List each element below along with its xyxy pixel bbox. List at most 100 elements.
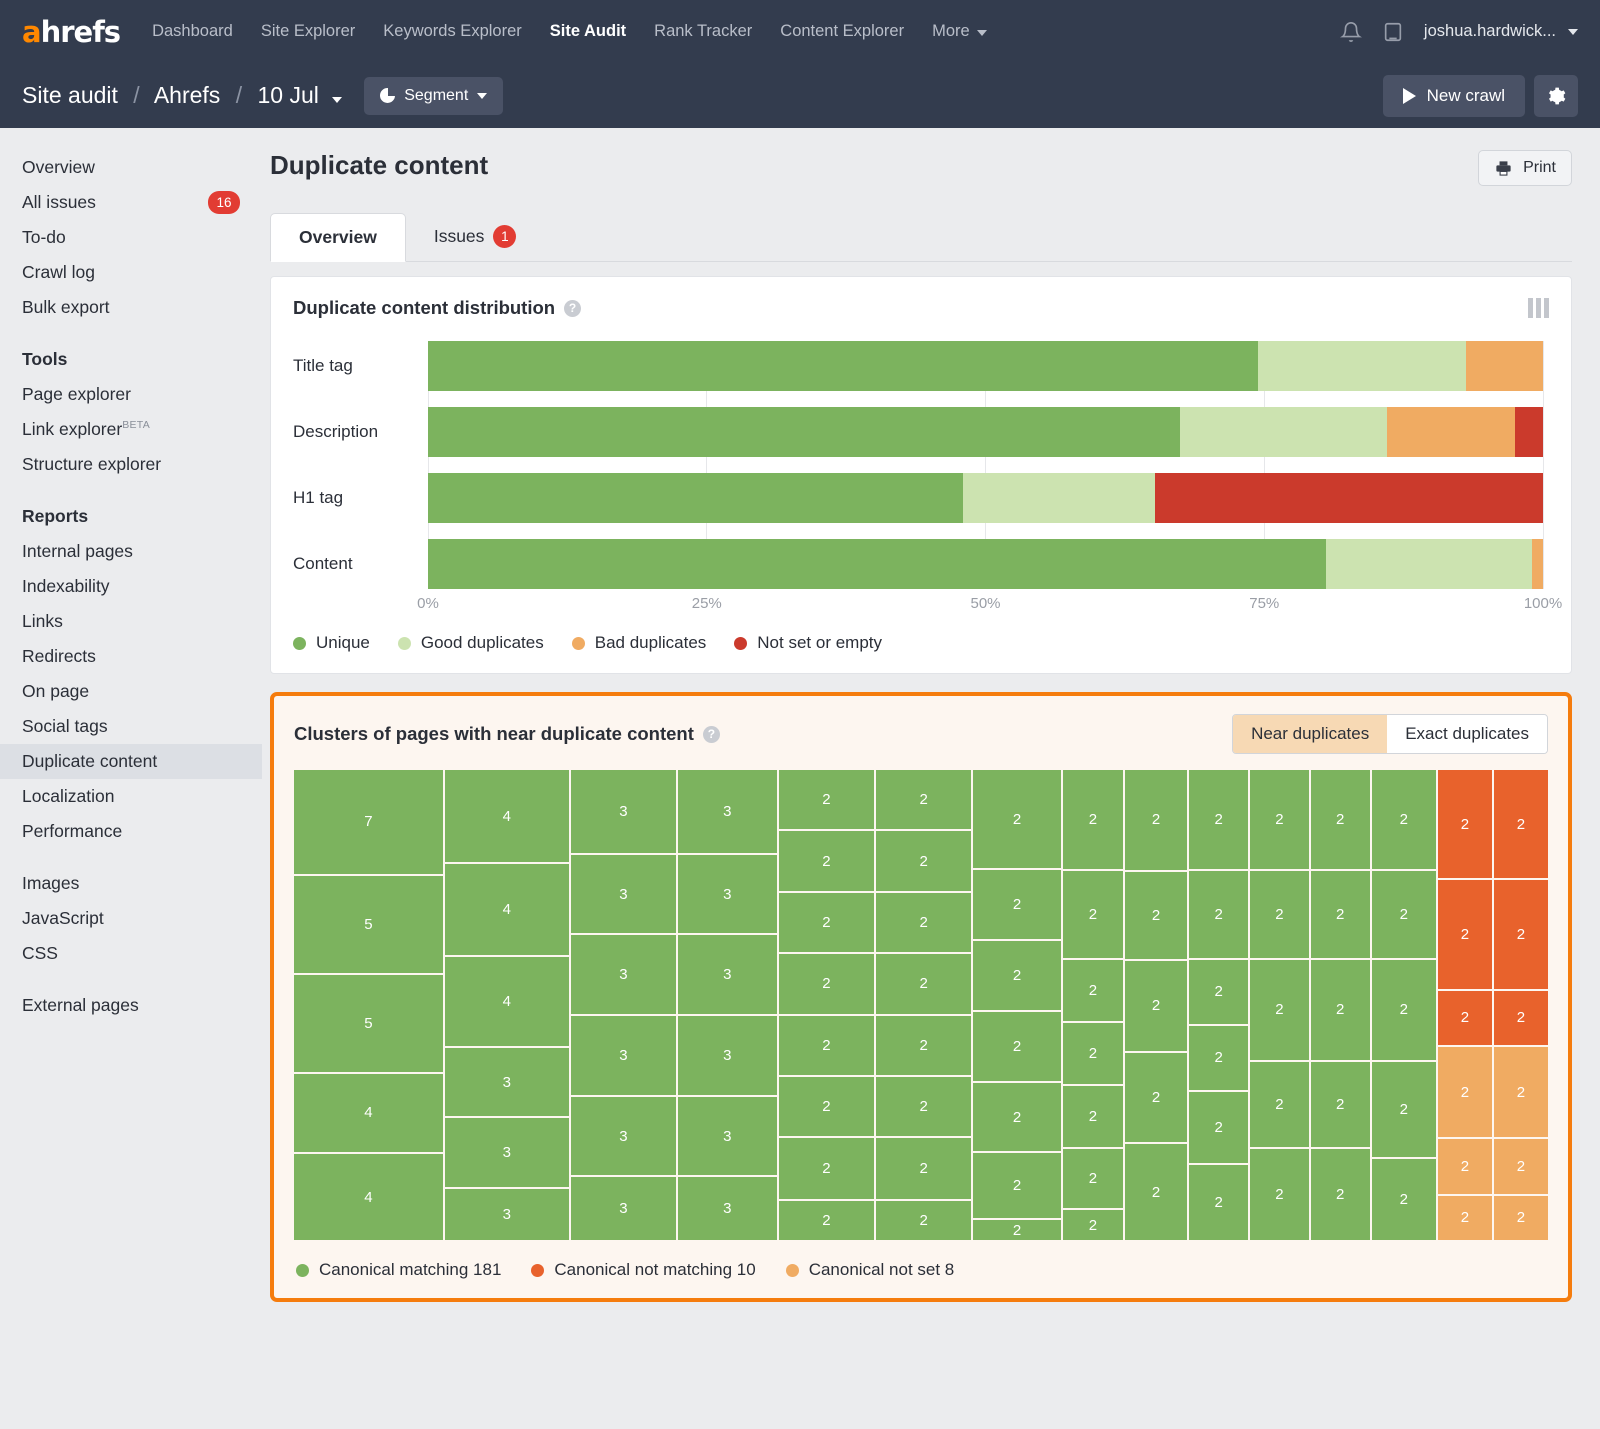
treemap-cell[interactable]: 2: [1189, 959, 1249, 1024]
sidebar-item-page-explorer[interactable]: Page explorer: [0, 377, 262, 412]
question-icon[interactable]: ?: [564, 299, 582, 317]
treemap-cell[interactable]: 2: [1310, 871, 1370, 959]
breadcrumb-date[interactable]: 10 Jul: [257, 82, 318, 108]
treemap-cell[interactable]: 4: [444, 956, 569, 1047]
treemap-cell[interactable]: 3: [570, 1177, 677, 1241]
breadcrumb-root[interactable]: Site audit: [22, 82, 118, 108]
sidebar-item-images[interactable]: Images: [0, 866, 262, 901]
treemap-cell[interactable]: 2: [1063, 870, 1123, 958]
treemap-cell[interactable]: 2: [1437, 1046, 1492, 1138]
treemap-cell[interactable]: 2: [1250, 871, 1309, 959]
treemap-cell[interactable]: 2: [876, 1200, 971, 1240]
treemap-cell[interactable]: 2: [1493, 1139, 1548, 1194]
treemap-cell[interactable]: 4: [444, 864, 569, 955]
treemap-cell[interactable]: 2: [778, 1200, 875, 1240]
nav-link-content-explorer[interactable]: Content Explorer: [780, 22, 904, 41]
treemap-cell[interactable]: 2: [1124, 1052, 1188, 1143]
treemap-cell[interactable]: 2: [1493, 880, 1548, 989]
treemap-cell[interactable]: 2: [973, 1220, 1062, 1240]
legend-item[interactable]: Not set or empty: [734, 633, 882, 653]
treemap-cell[interactable]: 2: [876, 831, 971, 891]
treemap-cell[interactable]: 3: [678, 1177, 777, 1241]
treemap-cell[interactable]: 2: [1371, 1158, 1436, 1240]
treemap-legend-item[interactable]: Canonical matching 181: [296, 1260, 501, 1280]
bell-icon[interactable]: [1339, 21, 1362, 43]
treemap-cell[interactable]: 5: [294, 875, 443, 973]
treemap-cell[interactable]: 2: [876, 1015, 971, 1075]
chart-segment[interactable]: [1531, 539, 1543, 589]
toggle-near-duplicates[interactable]: Near duplicates: [1233, 715, 1388, 753]
treemap-cell[interactable]: 2: [973, 1153, 1062, 1219]
treemap-cell[interactable]: 2: [1250, 770, 1309, 870]
treemap-cell[interactable]: 3: [678, 935, 777, 1015]
treemap-cell[interactable]: 2: [1189, 1091, 1249, 1163]
user-menu[interactable]: joshua.hardwick...: [1424, 22, 1578, 41]
treemap-cell[interactable]: 2: [1250, 960, 1309, 1060]
treemap-cell[interactable]: 2: [973, 1011, 1062, 1081]
treemap-cell[interactable]: 2: [1124, 871, 1188, 960]
treemap-cell[interactable]: 2: [1310, 960, 1370, 1060]
legend-item[interactable]: Unique: [293, 633, 370, 653]
chart-segment[interactable]: [428, 407, 1180, 457]
chart-segment[interactable]: [1386, 407, 1516, 457]
chart-segment[interactable]: [428, 341, 1258, 391]
treemap-cell[interactable]: 2: [1124, 770, 1188, 870]
chart-bar[interactable]: [428, 341, 1543, 391]
sidebar-item-performance[interactable]: Performance: [0, 814, 262, 849]
legend-item[interactable]: Good duplicates: [397, 633, 544, 653]
nav-link-keywords-explorer[interactable]: Keywords Explorer: [383, 22, 521, 41]
treemap-cell[interactable]: 3: [678, 1096, 777, 1176]
chart-segment[interactable]: [1257, 341, 1467, 391]
treemap-cell[interactable]: 2: [1063, 1022, 1123, 1084]
chart-segment[interactable]: [1515, 407, 1543, 457]
treemap-legend-item[interactable]: Canonical not matching 10: [531, 1260, 756, 1280]
sidebar-item-bulk-export[interactable]: Bulk export: [0, 290, 262, 325]
treemap-cell[interactable]: 2: [1310, 1148, 1370, 1240]
treemap-cell[interactable]: 2: [1189, 870, 1249, 958]
treemap-cell[interactable]: 2: [778, 1015, 875, 1075]
toggle-exact-duplicates[interactable]: Exact duplicates: [1387, 715, 1547, 753]
treemap-cell[interactable]: 2: [1493, 1046, 1548, 1138]
nav-link-rank-tracker[interactable]: Rank Tracker: [654, 22, 752, 41]
treemap-cell[interactable]: 2: [1124, 1144, 1188, 1240]
tab-overview[interactable]: Overview: [270, 213, 406, 262]
chart-segment[interactable]: [1179, 407, 1387, 457]
legend-item[interactable]: Bad duplicates: [571, 633, 706, 653]
sidebar-item-indexability[interactable]: Indexability: [0, 569, 262, 604]
new-crawl-button[interactable]: New crawl: [1382, 74, 1525, 117]
treemap-cell[interactable]: 2: [1371, 770, 1436, 870]
treemap-legend-item[interactable]: Canonical not set 8: [785, 1260, 954, 1280]
sidebar-item-social-tags[interactable]: Social tags: [0, 709, 262, 744]
treemap-cell[interactable]: 3: [444, 1188, 569, 1240]
treemap-cell[interactable]: 2: [778, 954, 875, 1014]
sidebar-item-css[interactable]: CSS: [0, 936, 262, 971]
chart-bar[interactable]: [428, 473, 1543, 523]
treemap-cell[interactable]: 2: [1437, 770, 1492, 879]
sidebar-item-links[interactable]: Links: [0, 604, 262, 639]
treemap-cell[interactable]: 2: [973, 1082, 1062, 1152]
chart-segment[interactable]: [1325, 539, 1532, 589]
treemap-cell[interactable]: 3: [678, 854, 777, 934]
sidebar-item-duplicate-content[interactable]: Duplicate content: [0, 744, 262, 779]
chart-bar[interactable]: [428, 539, 1543, 589]
date-chevron-down-icon[interactable]: [332, 97, 343, 103]
chart-segment[interactable]: [1154, 473, 1543, 523]
treemap-cell[interactable]: 2: [1493, 1195, 1548, 1240]
treemap-cell[interactable]: 2: [973, 870, 1062, 940]
sidebar-item-internal-pages[interactable]: Internal pages: [0, 534, 262, 569]
treemap-cell[interactable]: 2: [1189, 1025, 1249, 1090]
treemap-cell[interactable]: 3: [570, 854, 677, 934]
treemap-cell[interactable]: 3: [570, 770, 677, 853]
treemap-cell[interactable]: 2: [778, 831, 875, 891]
treemap-cell[interactable]: 2: [1437, 1195, 1492, 1240]
sidebar-item-external-pages[interactable]: External pages: [0, 988, 262, 1023]
nav-link-more[interactable]: More: [932, 22, 987, 41]
treemap-cell[interactable]: 2: [876, 954, 971, 1014]
tab-issues[interactable]: Issues 1: [406, 212, 545, 261]
treemap-cell[interactable]: 3: [444, 1118, 569, 1187]
breadcrumb-project[interactable]: Ahrefs: [154, 82, 220, 108]
chart-bar[interactable]: [428, 407, 1543, 457]
treemap-cell[interactable]: 2: [778, 770, 875, 830]
treemap-cell[interactable]: 2: [1437, 880, 1492, 989]
treemap-cell[interactable]: 2: [1371, 1061, 1436, 1157]
